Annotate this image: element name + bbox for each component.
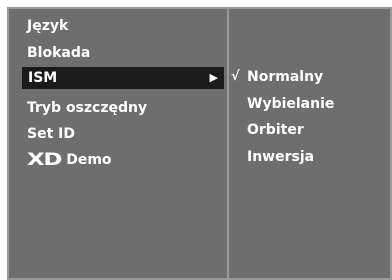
- menu-item-label: Demo: [66, 152, 112, 168]
- main-menu-panel: Język Blokada ISM ▶ Tryb oszczędny Set I…: [7, 7, 229, 280]
- ism-submenu-panel: √ Normalny Wybielanie Orbiter Inwersja: [227, 7, 392, 280]
- submenu-arrow-icon: ▶: [209, 71, 218, 84]
- ism-option-orbiter[interactable]: Orbiter: [247, 121, 304, 139]
- menu-item-power-saving[interactable]: Tryb oszczędny: [27, 99, 147, 117]
- ism-option-normal[interactable]: Normalny: [247, 68, 323, 86]
- ism-option-label: Orbiter: [247, 122, 304, 138]
- menu-item-label: ISM: [28, 70, 58, 86]
- check-mark-icon: √: [231, 69, 240, 84]
- ism-option-label: Inwersja: [247, 149, 315, 165]
- ism-option-inversion[interactable]: Inwersja: [247, 148, 314, 166]
- menu-item-set-id[interactable]: Set ID: [27, 125, 75, 143]
- ism-option-label: Normalny: [247, 69, 324, 85]
- ism-option-label: Wybielanie: [247, 96, 335, 112]
- menu-item-label: Tryb oszczędny: [27, 100, 148, 116]
- menu-item-lock[interactable]: Blokada: [27, 44, 90, 62]
- menu-item-label: Blokada: [27, 45, 91, 61]
- menu-item-language[interactable]: Język: [27, 17, 68, 35]
- menu-item-label: Język: [27, 18, 69, 34]
- ism-option-whitewash[interactable]: Wybielanie: [247, 95, 334, 113]
- menu-item-ism[interactable]: ISM ▶: [22, 67, 224, 89]
- menu-item-xd-demo[interactable]: XD Demo: [27, 151, 112, 169]
- menu-item-label: Set ID: [27, 126, 75, 142]
- xd-logo-icon: XD: [27, 150, 62, 170]
